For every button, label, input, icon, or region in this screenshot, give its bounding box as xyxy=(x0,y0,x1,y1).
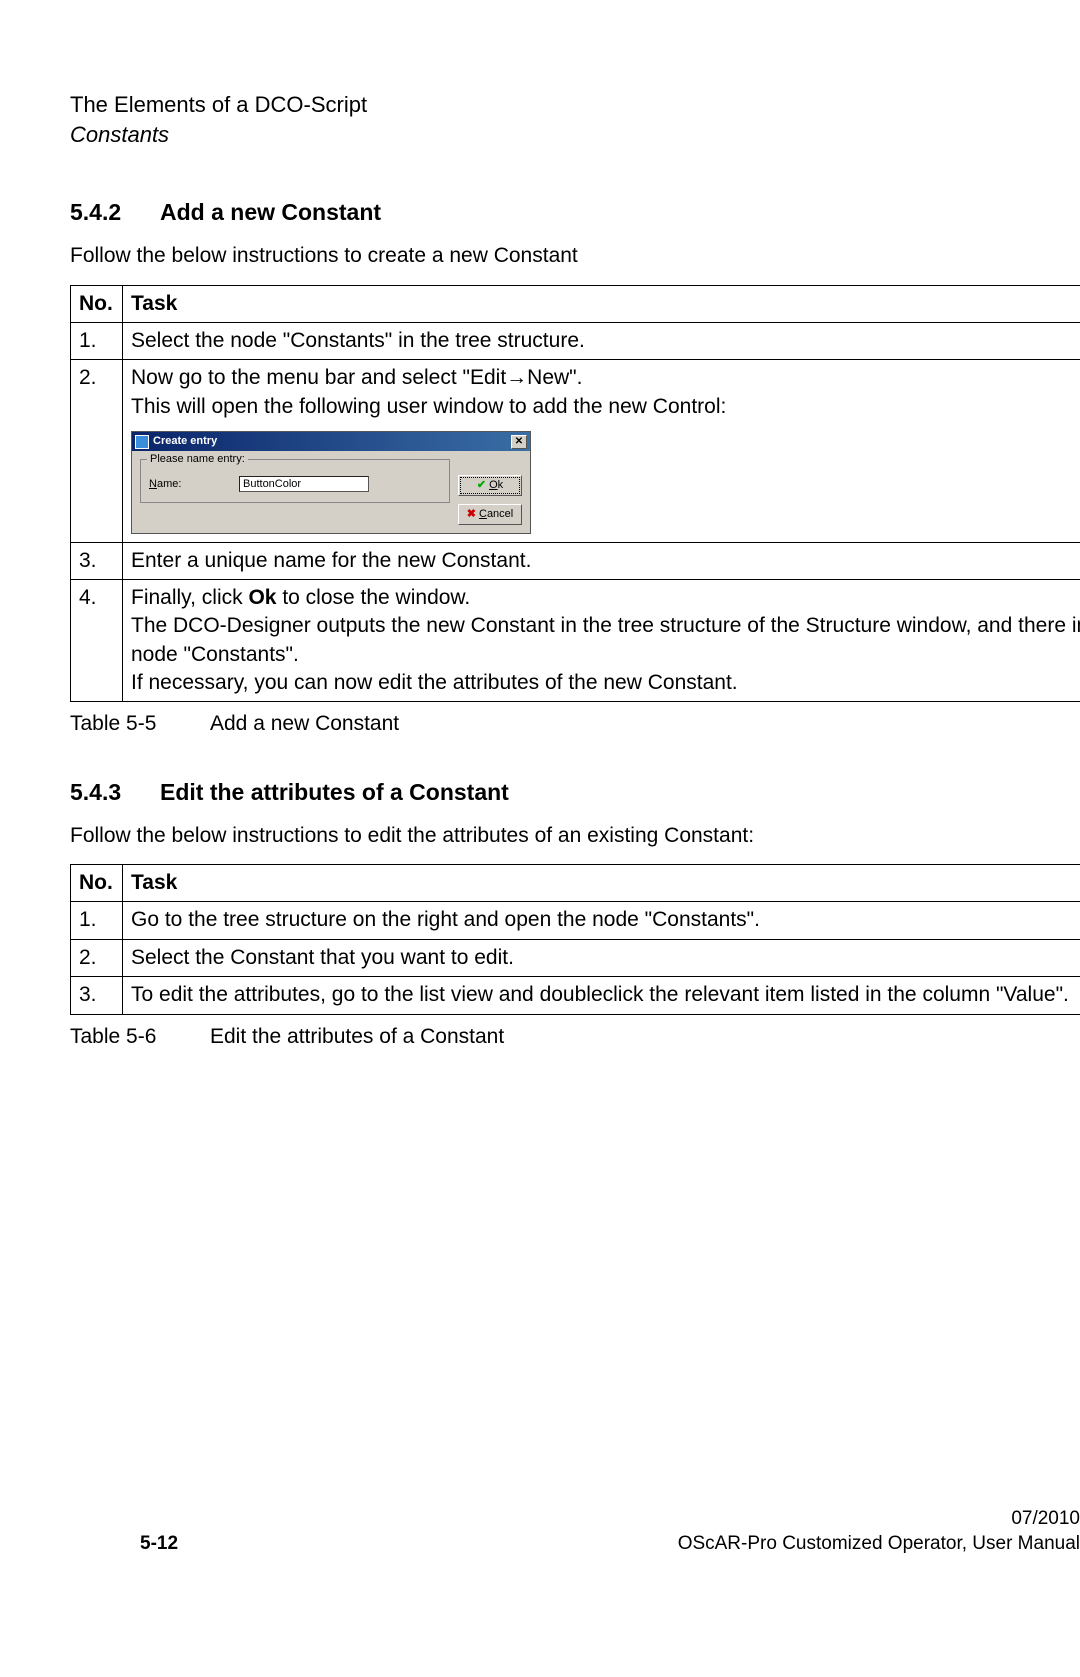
section-number: 5.4.3 xyxy=(70,777,160,808)
table-row: 2. Select the Constant that you want to … xyxy=(71,939,1080,976)
header-title: The Elements of a DCO-Script xyxy=(70,90,1080,120)
x-icon: ✖ xyxy=(467,507,476,522)
dialog-body: Please name entry: Name: ✔ Ok ✖ xyxy=(132,451,530,533)
task2-instruction: Now go to the menu bar and select "Edit→… xyxy=(131,364,1080,421)
name-field-row: Name: xyxy=(149,476,441,492)
section-heading-543: 5.4.3Edit the attributes of a Constant xyxy=(70,777,1080,808)
arrow-icon: → xyxy=(506,366,527,389)
name-input[interactable] xyxy=(239,476,369,492)
col-header-no: No. xyxy=(71,865,123,902)
page-header: The Elements of a DCO-Script Constants xyxy=(70,90,1080,149)
app-icon xyxy=(135,435,149,449)
page-number: 5-12 xyxy=(140,1531,178,1557)
col-header-task: Task xyxy=(123,285,1080,322)
table-caption-55: Table 5-5Add a new Constant xyxy=(70,710,1080,738)
table-row: 4. Finally, click Ok to close the window… xyxy=(71,580,1080,702)
row-no: 1. xyxy=(71,323,123,360)
caption-label: Table 5-6 xyxy=(70,1023,210,1051)
fieldset-legend: Please name entry: xyxy=(147,452,248,467)
row-task: Select the Constant that you want to edi… xyxy=(123,939,1080,976)
dialog-titlebar: Create entry ✕ xyxy=(132,432,530,451)
section-heading-542: 5.4.2Add a new Constant xyxy=(70,197,1080,228)
table-row: 1. Go to the tree structure on the right… xyxy=(71,902,1080,939)
table-header-row: No. Task xyxy=(71,865,1080,902)
table-header-row: No. Task xyxy=(71,285,1080,322)
section-title: Edit the attributes of a Constant xyxy=(160,779,509,805)
dialog-title: Create entry xyxy=(153,434,511,449)
row-no: 1. xyxy=(71,902,123,939)
row-no: 4. xyxy=(71,580,123,702)
table-row: 3. To edit the attributes, go to the lis… xyxy=(71,977,1080,1014)
section-title: Add a new Constant xyxy=(160,199,381,225)
row-no: 3. xyxy=(71,977,123,1014)
header-subtitle: Constants xyxy=(70,120,1080,150)
row-no: 3. xyxy=(71,542,123,579)
row-task: Enter a unique name for the new Constant… xyxy=(123,542,1080,579)
task-table-543: No. Task 1. Go to the tree structure on … xyxy=(70,864,1080,1014)
row-task: Finally, click Ok to close the window. T… xyxy=(123,580,1080,702)
footer-doc: OScAR-Pro Customized Operator, User Manu… xyxy=(678,1531,1080,1557)
ok-button[interactable]: ✔ Ok xyxy=(458,475,522,496)
table-row: 2. Now go to the menu bar and select "Ed… xyxy=(71,360,1080,542)
task-table-542: No. Task 1. Select the node "Constants" … xyxy=(70,285,1080,703)
footer-date: 07/2010 xyxy=(678,1506,1080,1532)
footer-right: 07/2010 OScAR-Pro Customized Operator, U… xyxy=(678,1506,1080,1557)
dialog-buttons: ✔ Ok ✖ Cancel xyxy=(458,475,522,525)
cancel-button[interactable]: ✖ Cancel xyxy=(458,504,522,525)
row-task: Select the node "Constants" in the tree … xyxy=(123,323,1080,360)
name-label: Name: xyxy=(149,477,239,492)
col-header-no: No. xyxy=(71,285,123,322)
section-intro: Follow the below instructions to edit th… xyxy=(70,822,1080,850)
table-row: 1. Select the node "Constants" in the tr… xyxy=(71,323,1080,360)
row-no: 2. xyxy=(71,360,123,542)
caption-text: Add a new Constant xyxy=(210,712,399,735)
page-footer: 5-12 07/2010 OScAR-Pro Customized Operat… xyxy=(140,1506,1080,1557)
name-fieldset: Please name entry: Name: xyxy=(140,459,450,503)
table-row: 3. Enter a unique name for the new Const… xyxy=(71,542,1080,579)
create-entry-dialog: Create entry ✕ Please name entry: Name: … xyxy=(131,431,531,534)
check-icon: ✔ xyxy=(477,478,486,493)
col-header-task: Task xyxy=(123,865,1080,902)
caption-label: Table 5-5 xyxy=(70,710,210,738)
row-no: 2. xyxy=(71,939,123,976)
row-task: Now go to the menu bar and select "Edit→… xyxy=(123,360,1080,542)
caption-text: Edit the attributes of a Constant xyxy=(210,1025,504,1048)
section-number: 5.4.2 xyxy=(70,197,160,228)
section-intro: Follow the below instructions to create … xyxy=(70,242,1080,270)
row-task: To edit the attributes, go to the list v… xyxy=(123,977,1080,1014)
table-caption-56: Table 5-6Edit the attributes of a Consta… xyxy=(70,1023,1080,1051)
row-task: Go to the tree structure on the right an… xyxy=(123,902,1080,939)
close-icon[interactable]: ✕ xyxy=(511,435,527,449)
